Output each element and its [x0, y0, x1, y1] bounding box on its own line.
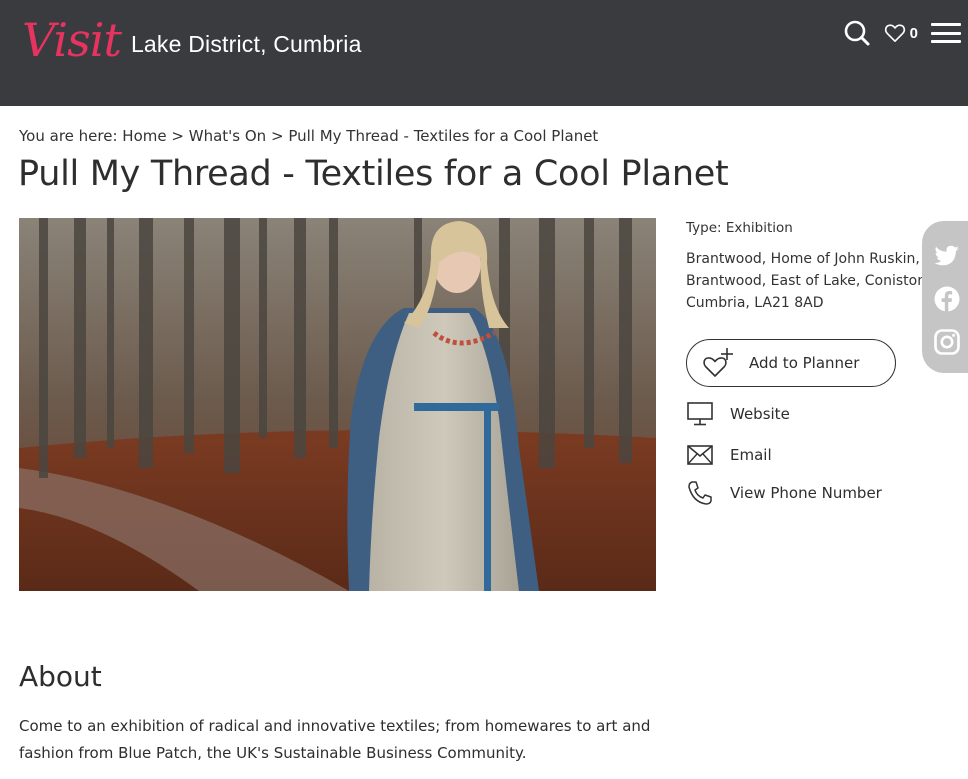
event-type: Type: Exhibition	[686, 220, 793, 236]
hero-photo	[19, 218, 656, 591]
address-line: Brantwood, Home of John Ruskin,	[686, 251, 920, 267]
add-to-planner-button[interactable]: Add to Planner	[686, 339, 896, 387]
social-share-bar	[922, 221, 968, 373]
about-heading: About	[19, 660, 102, 693]
breadcrumb-home[interactable]: Home	[122, 127, 166, 145]
address-line: Cumbria, LA21 8AD	[686, 295, 824, 311]
event-hero-image	[19, 218, 656, 591]
heart-icon	[884, 24, 905, 42]
website-link[interactable]: Website	[686, 401, 936, 427]
breadcrumb-separator: >	[171, 127, 184, 145]
page-title: Pull My Thread - Textiles for a Cool Pla…	[18, 154, 729, 194]
menu-bar	[931, 31, 961, 35]
breadcrumb-current: Pull My Thread - Textiles for a Cool Pla…	[288, 127, 599, 145]
about-text: Come to an exhibition of radical and inn…	[19, 717, 651, 762]
phone-icon	[686, 480, 714, 506]
favourites-button[interactable]: 0	[884, 23, 918, 43]
menu-bar	[931, 23, 961, 26]
logo-region-text: Lake District, Cumbria	[130, 30, 362, 57]
envelope-icon	[686, 442, 714, 468]
monitor-icon	[686, 401, 714, 427]
heart-plus-icon	[703, 348, 733, 377]
breadcrumb: You are here: Home > What's On > Pull My…	[19, 127, 598, 145]
phone-link[interactable]: View Phone Number	[686, 480, 936, 506]
facebook-icon[interactable]	[932, 284, 962, 314]
instagram-icon[interactable]	[932, 327, 962, 357]
search-icon	[844, 20, 870, 46]
event-address: Brantwood, Home of John Ruskin, Brantwoo…	[686, 248, 936, 314]
website-label: Website	[730, 405, 790, 423]
twitter-icon[interactable]	[932, 241, 962, 271]
add-to-planner-label: Add to Planner	[749, 354, 860, 372]
menu-bar	[931, 40, 961, 43]
phone-label: View Phone Number	[730, 484, 882, 502]
header-actions: 0	[842, 18, 962, 48]
site-logo[interactable]: Visit Lake District, Cumbria	[22, 12, 362, 68]
search-button[interactable]	[842, 18, 872, 48]
breadcrumb-separator: >	[270, 127, 284, 145]
site-header: Visit Lake District, Cumbria 0	[0, 0, 968, 106]
breadcrumb-whats-on[interactable]: What's On	[189, 127, 266, 145]
menu-button[interactable]	[930, 20, 962, 46]
event-details: Type: Exhibition Brantwood, Home of John…	[686, 220, 936, 506]
favourites-count: 0	[909, 24, 918, 42]
email-link[interactable]: Email	[686, 442, 936, 468]
logo-visit-text: Visit	[22, 13, 122, 67]
breadcrumb-prefix: You are here:	[19, 127, 118, 145]
address-line: Brantwood, East of Lake, Coniston,	[686, 273, 931, 289]
email-label: Email	[730, 446, 772, 464]
